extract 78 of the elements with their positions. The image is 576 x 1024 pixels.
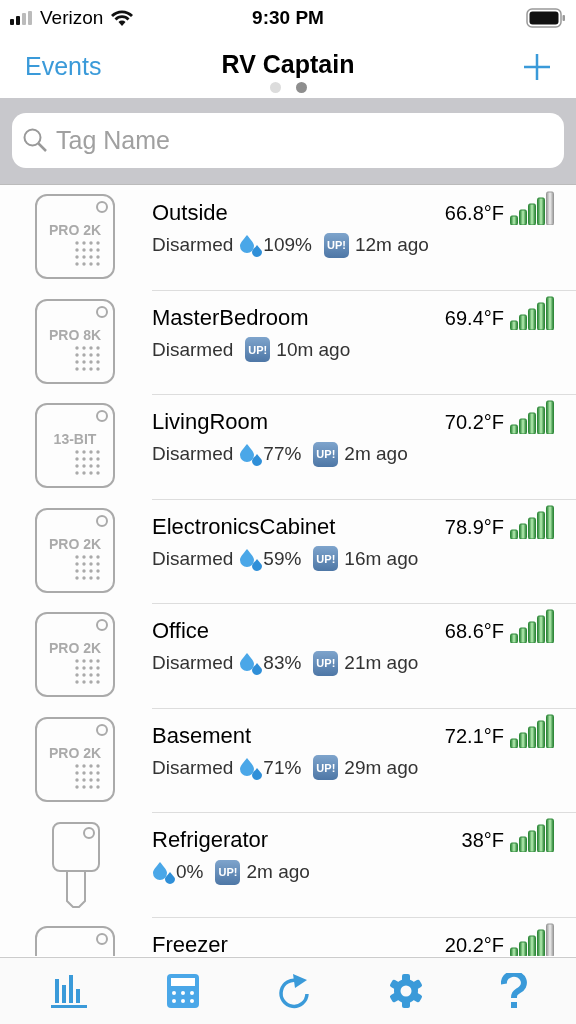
up-badge: UP! xyxy=(313,546,339,572)
humidity-reading: 109% xyxy=(263,233,312,257)
tag-model-label: PRO 2K xyxy=(47,221,103,240)
temperature-reading: 20.2°F xyxy=(444,932,504,956)
last-updated: 2m ago xyxy=(246,860,310,884)
arm-status: Disarmed xyxy=(152,442,234,466)
search-field[interactable]: Tag Name xyxy=(12,113,564,168)
hole-icon xyxy=(96,619,108,631)
dot-grid-icon xyxy=(75,763,101,790)
tag-model-label: 13-BIT xyxy=(52,430,98,449)
dot-grid-icon xyxy=(75,345,101,372)
water-drops-icon xyxy=(239,651,264,676)
up-badge: UP! xyxy=(245,337,271,363)
humidity-reading: 83% xyxy=(263,651,302,675)
refresh-icon[interactable] xyxy=(276,973,311,1009)
temperature-reading: 66.8°F xyxy=(444,201,504,225)
tag-name[interactable]: Refrigerator xyxy=(152,828,269,852)
tag-model-label: PRO 2K xyxy=(47,639,103,658)
hole-icon xyxy=(96,305,108,318)
temperature-reading: 69.4°F xyxy=(444,305,504,330)
clock-time: 9:30 PM xyxy=(252,5,324,30)
hole-icon xyxy=(96,514,108,527)
up-badge: UP! xyxy=(313,441,339,467)
up-badge: UP! xyxy=(323,232,349,258)
calculator-icon[interactable] xyxy=(165,973,200,1009)
arm-status: Disarmed xyxy=(152,233,234,257)
up-badge: UP! xyxy=(215,859,241,885)
humidity-reading: 59% xyxy=(263,546,302,571)
hole-icon xyxy=(96,410,108,422)
tag-name[interactable]: Freezer xyxy=(152,932,228,956)
tag-model-label: PRO 2K xyxy=(47,743,103,763)
last-updated: 29m ago xyxy=(344,755,419,780)
tag-model-label: PRO 2K xyxy=(47,534,103,554)
up-badge: UP! xyxy=(313,755,339,781)
water-drops-icon xyxy=(152,860,176,885)
last-updated: 16m ago xyxy=(344,546,419,571)
dot-grid-icon xyxy=(75,241,101,267)
arm-status: Disarmed xyxy=(152,546,234,571)
tag-name[interactable]: Outside xyxy=(152,201,228,225)
search-icon xyxy=(22,127,48,153)
tag-name[interactable]: Basement xyxy=(152,723,252,748)
carrier-name: Verizon xyxy=(40,5,104,30)
screen-title: RV Captain xyxy=(221,49,355,80)
dot-grid-icon xyxy=(75,554,101,581)
last-updated: 2m ago xyxy=(344,442,408,466)
humidity-reading: 77% xyxy=(263,442,302,466)
dot-grid-icon xyxy=(75,450,101,476)
arm-status: Disarmed xyxy=(152,651,234,675)
tag-name[interactable]: MasterBedroom xyxy=(152,305,309,330)
dot-grid-icon xyxy=(75,659,101,685)
hole-icon xyxy=(96,201,108,213)
tag-name[interactable]: ElectronicsCabinet xyxy=(152,514,336,539)
water-drops-icon xyxy=(239,233,264,258)
temperature-reading: 72.1°F xyxy=(444,723,504,748)
temperature-reading: 68.6°F xyxy=(444,619,504,643)
water-drops-icon xyxy=(239,442,264,467)
tag-model-label: PRO 8K xyxy=(47,325,103,345)
up-badge: UP! xyxy=(313,650,339,676)
temperature-reading: 38°F xyxy=(461,828,504,852)
humidity-reading: 71% xyxy=(263,755,302,780)
hole-icon xyxy=(96,723,108,736)
tag-name[interactable]: LivingRoom xyxy=(152,410,269,434)
temperature-reading: 78.9°F xyxy=(444,514,504,539)
add-icon[interactable] xyxy=(523,53,551,81)
arm-status: Disarmed xyxy=(152,755,234,780)
last-updated: 10m ago xyxy=(276,337,351,362)
last-updated: 21m ago xyxy=(344,651,419,675)
tag-name[interactable]: Office xyxy=(152,619,210,643)
arm-status: Disarmed xyxy=(152,337,234,362)
bar-chart-icon[interactable] xyxy=(48,973,89,1009)
humidity-reading: 0% xyxy=(176,860,204,884)
battery-icon xyxy=(526,8,566,28)
wifi-icon xyxy=(111,10,134,26)
help-icon[interactable] xyxy=(501,973,528,1009)
hole-icon xyxy=(96,932,108,945)
last-updated: 12m ago xyxy=(354,233,429,257)
temperature-reading: 70.2°F xyxy=(444,410,504,434)
settings-icon[interactable] xyxy=(388,973,425,1009)
